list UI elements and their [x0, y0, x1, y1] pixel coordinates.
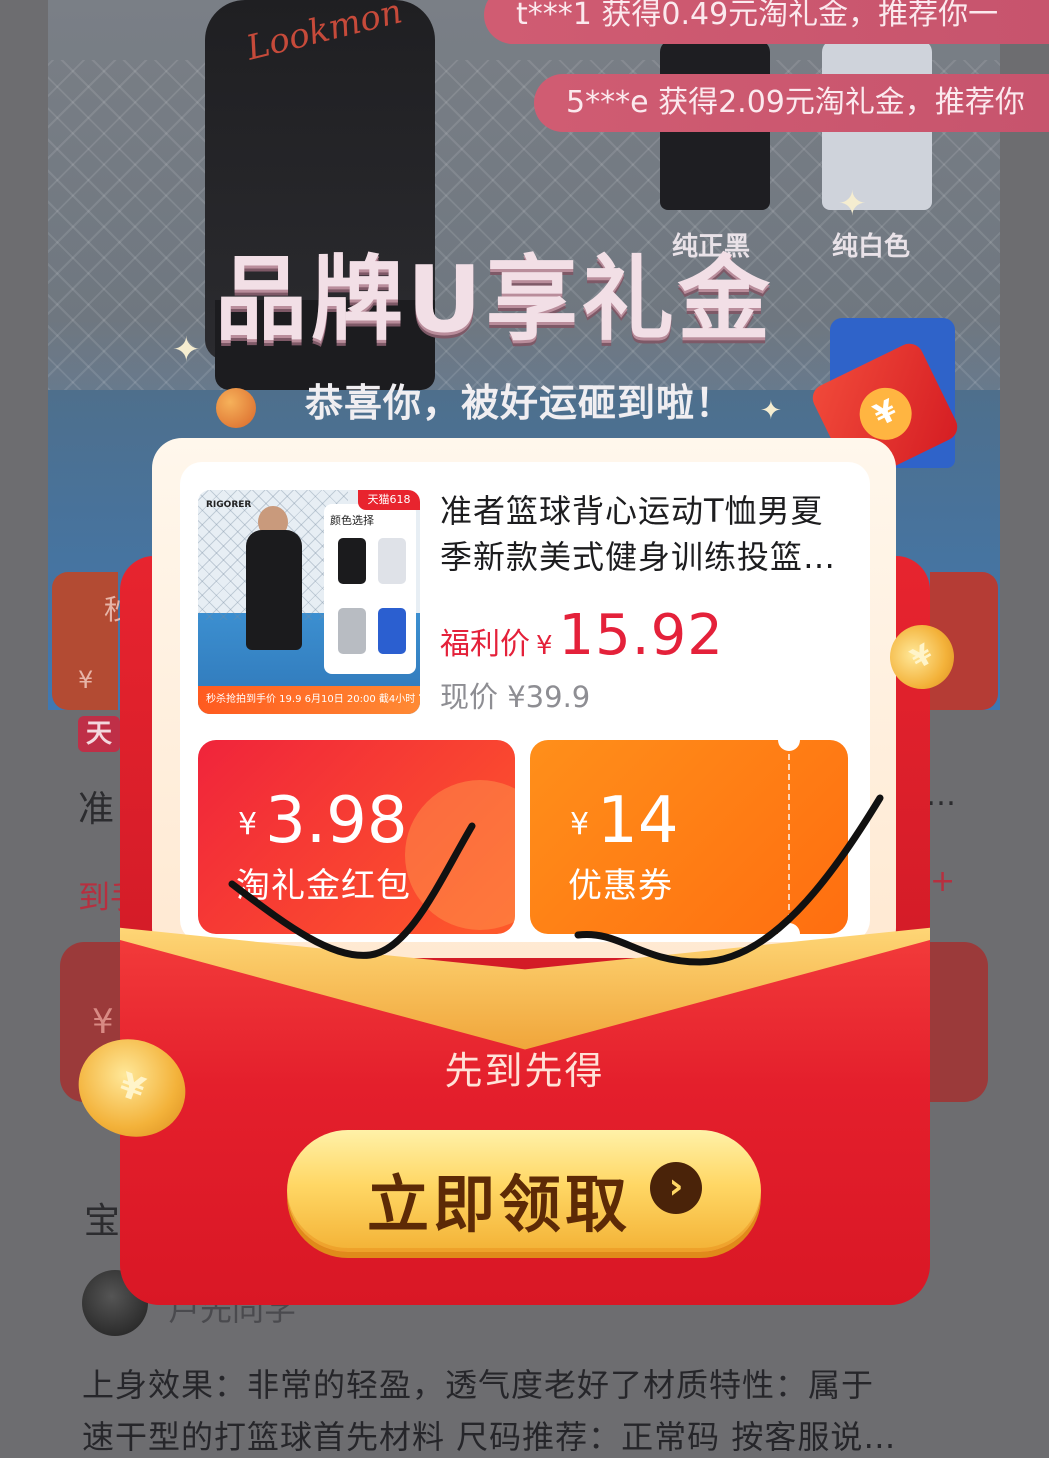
claim-now-button[interactable]: 立即领取 ›	[287, 1130, 761, 1252]
review-text-line: 速干型的打篮球首先材料 尺码推荐：正常码 按客服说…	[82, 1418, 897, 1456]
coupon-currency: ¥	[238, 807, 258, 842]
mini-jersey-blue	[378, 608, 406, 654]
section-title-peek: 宝	[84, 1201, 121, 1242]
peek-text: ¥	[78, 666, 94, 694]
coupon-value: ¥3.98	[238, 784, 408, 858]
tmall-618-tag: 天猫618	[358, 490, 420, 510]
mini-jersey-grey	[338, 608, 366, 654]
price-label: 福利价	[440, 627, 530, 662]
mini-jersey-white	[378, 538, 406, 584]
price-currency: ¥	[536, 631, 553, 661]
ticket-perforation	[788, 754, 790, 920]
background-title-peek: 准	[78, 789, 115, 830]
background-deal-tile: 秒 ¥	[52, 572, 132, 710]
coupon-value: ¥14	[570, 784, 679, 858]
gift-money-coupon[interactable]: ¥3.98 淘礼金红包	[198, 740, 515, 934]
hero-subtitle: 恭喜你，被好运砸到啦！	[305, 381, 735, 425]
discount-voucher-coupon[interactable]: ¥14 优惠券	[530, 740, 848, 934]
thumbnail-promo-strip: 秒杀抢拍到手价 19.9 6月10日 20:00 截4小时 官方立减15%	[198, 686, 420, 714]
jersey-label-white: 纯白色	[832, 232, 911, 262]
sparkle-icon: ✦	[760, 396, 782, 426]
chevron-right-icon: ›	[650, 1162, 702, 1214]
peek-text: ¥	[92, 1002, 114, 1042]
product-thumbnail[interactable]: RIGORER 颜色选择 天猫618 秒杀抢拍到手价 19.9 6月10日 20…	[198, 490, 420, 714]
coupon-label: 淘礼金红包	[236, 866, 411, 906]
ticket-notch	[778, 740, 800, 751]
coupon-amount: 3.98	[265, 784, 408, 858]
background-plus-peek: +	[930, 864, 956, 899]
claim-button-label: 立即领取	[367, 1168, 632, 1241]
coupon-currency: ¥	[570, 807, 590, 842]
sparkle-icon: ✦	[838, 184, 867, 224]
basketball-icon	[216, 388, 256, 428]
coupon-decor-circle	[405, 780, 515, 930]
mini-jersey-black	[338, 538, 366, 584]
review-text-line: 上身效果：非常的轻盈，透气度老好了材质特性：属于	[82, 1366, 875, 1404]
original-price: 现价 ¥39.9	[440, 680, 591, 714]
color-panel-title: 颜色选择	[330, 514, 374, 527]
coupon-label: 优惠券	[568, 866, 673, 906]
hero-title: 品牌U享礼金	[215, 246, 774, 353]
reward-ticker: 5***e 获得2.09元淘礼金，推荐你	[534, 74, 1049, 132]
welfare-price: 福利价 ¥15.92	[440, 603, 724, 668]
sparkle-icon: ✦	[172, 330, 201, 370]
brand-logo: RIGORER	[206, 500, 252, 510]
reward-ticker: t***1 获得0.49元淘礼金，推荐你一	[484, 0, 1049, 44]
price-amount: 15.92	[558, 603, 724, 668]
background-title-ellipsis: …	[926, 778, 956, 813]
tmall-tag: 天	[78, 716, 120, 752]
jersey-logo: Lookmon	[242, 0, 407, 69]
product-title[interactable]: 准者篮球背心运动T恤男夏季新款美式健身训练投篮…	[440, 488, 850, 580]
coupon-amount: 14	[597, 784, 679, 858]
model-body	[246, 530, 302, 650]
